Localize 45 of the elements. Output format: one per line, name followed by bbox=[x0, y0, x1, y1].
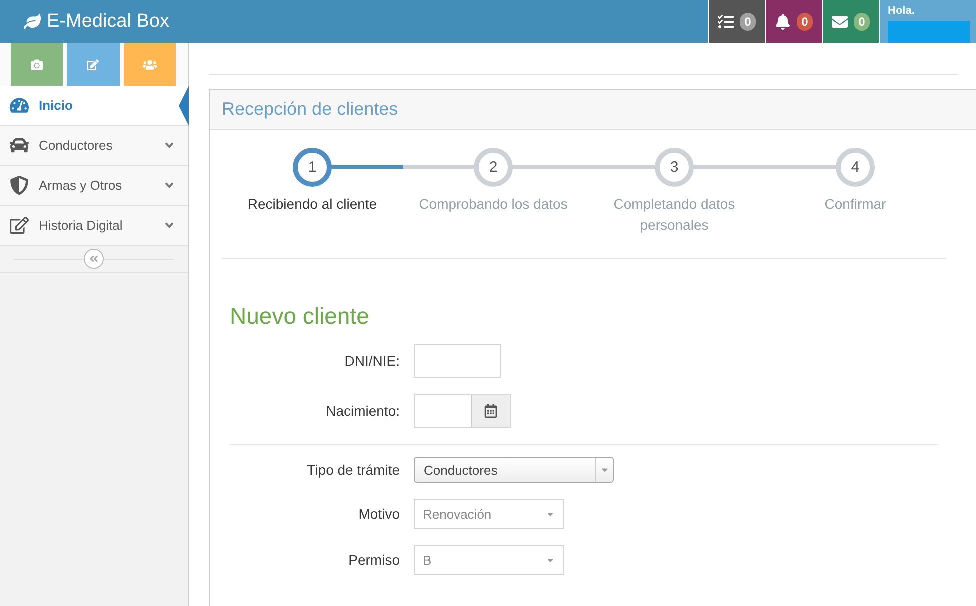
sidebar-item[interactable]: Conductores bbox=[0, 126, 188, 166]
camera-button[interactable] bbox=[11, 43, 64, 86]
sidebar-item[interactable]: Armas y Otros bbox=[0, 166, 188, 206]
count-badge: 0 bbox=[854, 12, 870, 30]
field-label: Motivo bbox=[358, 506, 400, 522]
bell-icon bbox=[774, 14, 791, 30]
step-circle[interactable]: 3 bbox=[655, 148, 694, 187]
field-label: DNI/NIE: bbox=[344, 353, 400, 369]
car-icon bbox=[10, 136, 29, 155]
field-label: Tipo de trámite bbox=[306, 462, 400, 478]
field-label: Permiso bbox=[348, 552, 400, 568]
field-label: Nacimiento: bbox=[325, 403, 400, 419]
step-circle[interactable]: 2 bbox=[474, 148, 513, 187]
greeting-text: Hola. bbox=[888, 5, 916, 17]
calendar-icon bbox=[484, 404, 498, 418]
step-label: Confirmar bbox=[824, 195, 886, 214]
edit-icon bbox=[87, 58, 100, 70]
step-circle[interactable]: 4 bbox=[836, 148, 875, 187]
tasks-icon bbox=[718, 14, 734, 30]
dashboard-icon bbox=[10, 96, 29, 115]
step-circle[interactable]: 1 bbox=[293, 148, 332, 187]
step-label: Comprobando los datos bbox=[419, 195, 568, 214]
users-icon bbox=[142, 58, 157, 72]
count-badge: 0 bbox=[796, 12, 814, 30]
double-chevron-icon bbox=[89, 254, 99, 264]
sidebar-item[interactable]: Historia Digital bbox=[0, 206, 188, 246]
select-field[interactable]: Conductores bbox=[414, 457, 614, 483]
collapse-button[interactable] bbox=[84, 249, 104, 269]
sidebar-item[interactable]: Inicio bbox=[0, 86, 188, 126]
edit-icon bbox=[10, 216, 29, 235]
edit-button[interactable] bbox=[67, 43, 120, 86]
camera-icon bbox=[31, 58, 44, 70]
step-label: Completando datos personales bbox=[612, 195, 736, 235]
brand-title: E-Medical Box bbox=[47, 10, 170, 32]
count-badge: 0 bbox=[740, 12, 756, 30]
step-label: Recibiendo al cliente bbox=[248, 195, 378, 214]
users-button[interactable] bbox=[124, 43, 176, 86]
leaf-icon bbox=[24, 13, 41, 30]
notification-tile[interactable]: 0 bbox=[765, 0, 822, 43]
envelope-icon bbox=[832, 14, 848, 30]
date-field[interactable] bbox=[414, 394, 511, 428]
panel-title: Recepción de clientes bbox=[222, 99, 398, 120]
dni-field[interactable] bbox=[414, 344, 501, 378]
form-title: Nuevo cliente bbox=[230, 303, 370, 330]
shield-icon bbox=[10, 176, 29, 195]
